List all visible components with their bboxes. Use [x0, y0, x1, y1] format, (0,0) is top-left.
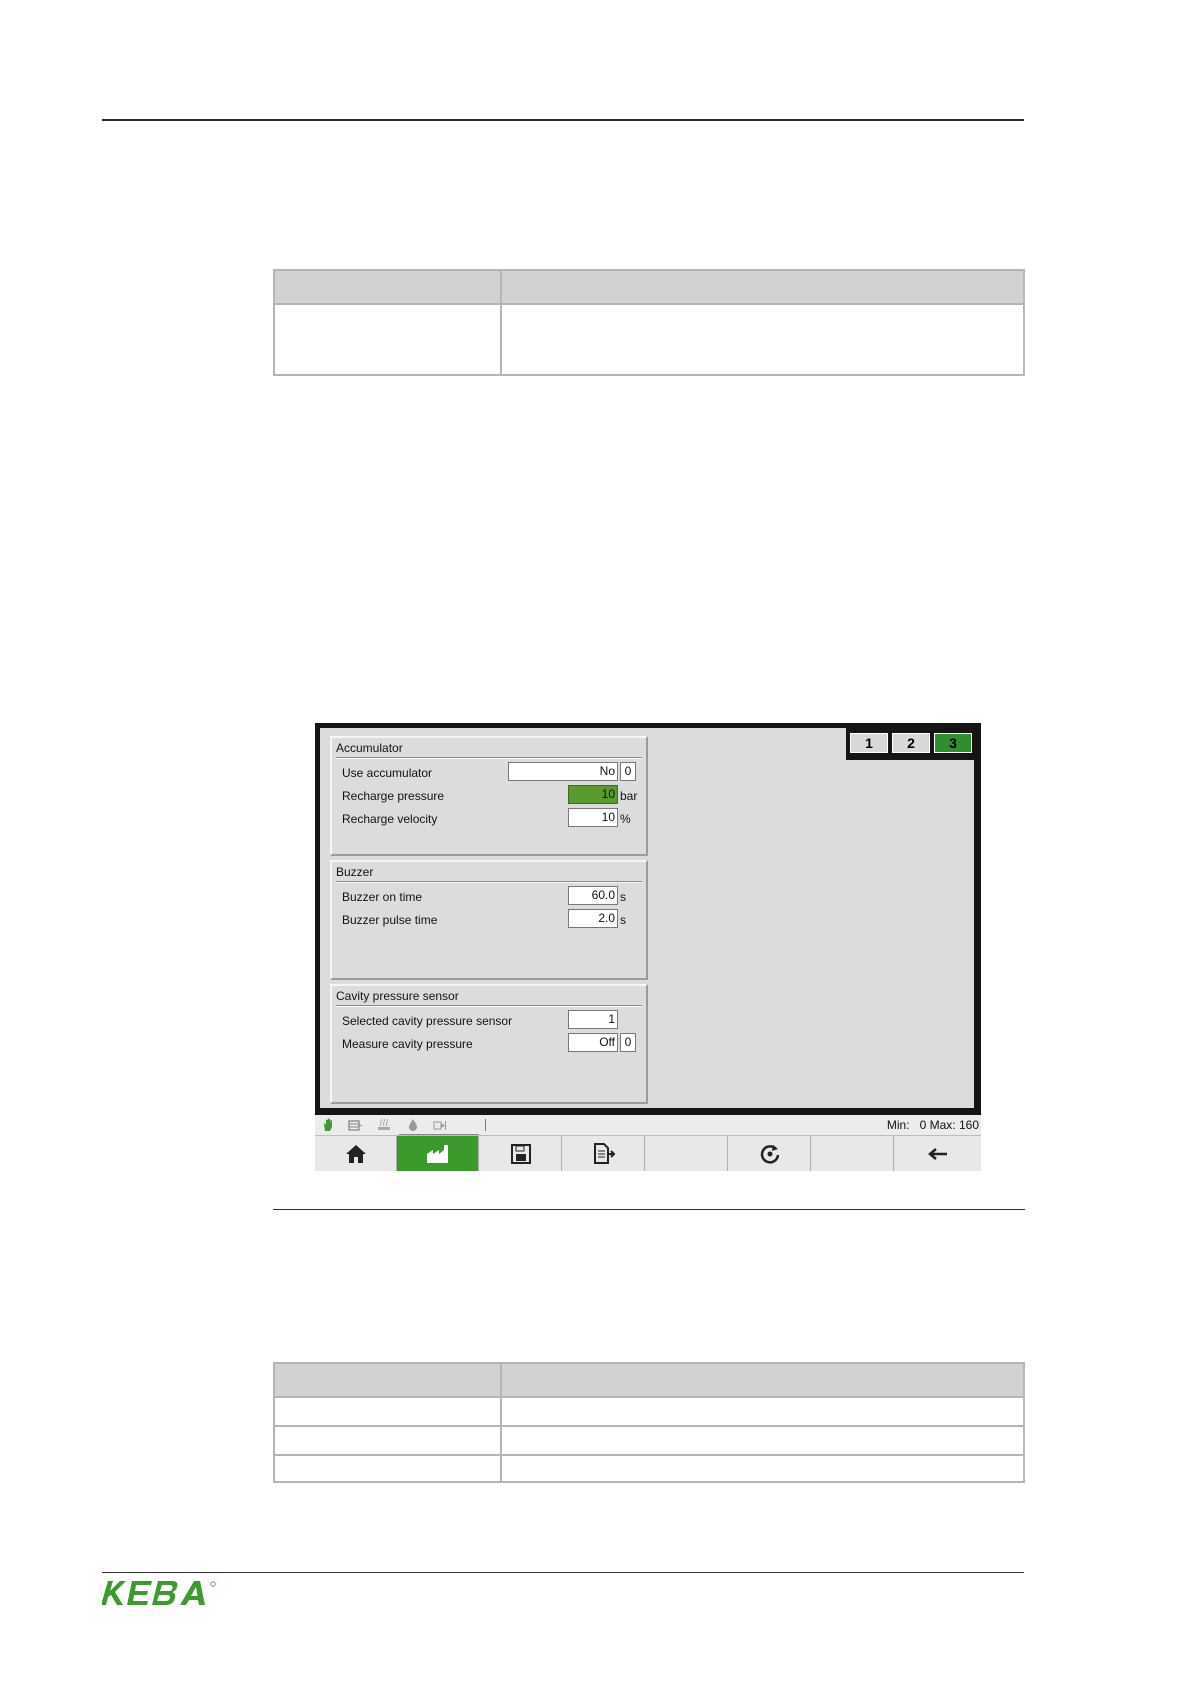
max-label: Max:: [929, 1118, 956, 1132]
empty-button-2[interactable]: [812, 1136, 894, 1171]
heating-icon[interactable]: [377, 1118, 391, 1132]
group-divider: [336, 1005, 642, 1007]
field-label: Use accumulator: [342, 766, 433, 780]
field-label: Recharge pressure: [342, 789, 445, 803]
buzzer-on-time-field[interactable]: 60.0: [568, 886, 618, 905]
field-label: Recharge velocity: [342, 812, 438, 826]
injection-icon[interactable]: [433, 1118, 447, 1132]
field-label: Selected cavity pressure sensor: [342, 1014, 513, 1028]
use-accumulator-field[interactable]: No: [508, 762, 618, 781]
table-row: [275, 1396, 1023, 1425]
page-tab-3[interactable]: 3: [934, 733, 972, 753]
group-title: Buzzer: [336, 865, 374, 879]
back-arrow-icon: [928, 1147, 947, 1160]
use-accumulator-index[interactable]: 0: [620, 762, 636, 781]
cycle-icon: [760, 1144, 779, 1164]
keba-logo-graphic: [101, 1581, 216, 1605]
group-divider: [336, 757, 642, 759]
save-icon: [510, 1143, 531, 1164]
min-max-readout: Min: 0 Max: 160: [887, 1118, 979, 1132]
status-bar: Min: 0 Max: 160: [315, 1115, 981, 1135]
cycle-button[interactable]: [729, 1136, 811, 1171]
min-value: 0: [919, 1118, 927, 1132]
mold-icon[interactable]: [348, 1118, 362, 1132]
unit-label: bar: [620, 789, 638, 803]
column-divider: [500, 271, 502, 374]
empty-button-1[interactable]: [646, 1136, 728, 1171]
group-title: Cavity pressure sensor: [336, 989, 459, 1003]
min-label: Min:: [886, 1118, 910, 1132]
measure-cavity-pressure-index[interactable]: 0: [620, 1033, 636, 1052]
factory-icon: [426, 1144, 448, 1163]
selected-sensor-row: Selected cavity pressure sensor 1: [342, 1010, 642, 1030]
back-button[interactable]: [895, 1136, 981, 1171]
unit-label: %: [620, 812, 631, 826]
production-button[interactable]: [397, 1136, 479, 1171]
selected-sensor-field[interactable]: 1: [568, 1010, 618, 1029]
recharge-velocity-row: Recharge velocity 10 %: [342, 808, 642, 828]
field-label: Buzzer pulse time: [342, 913, 438, 927]
hmi-frame: Accumulator Use accumulator No 0 Recharg…: [315, 723, 981, 1115]
measure-cavity-pressure-row: Measure cavity pressure Off 0: [342, 1033, 642, 1053]
top-table-header: [275, 271, 1023, 303]
buzzer-pulse-time-field[interactable]: 2.0: [568, 909, 618, 928]
hmi-content-area: Accumulator Use accumulator No 0 Recharg…: [320, 728, 974, 1108]
status-divider: [485, 1119, 486, 1131]
keba-logo: [101, 1580, 218, 1611]
accumulator-group: Accumulator Use accumulator No 0 Recharg…: [330, 736, 648, 856]
cavity-pressure-group: Cavity pressure sensor Selected cavity p…: [330, 984, 648, 1104]
export-button[interactable]: [563, 1136, 645, 1171]
document-export-icon: [593, 1142, 615, 1164]
recharge-velocity-field[interactable]: 10: [568, 808, 618, 827]
header-rule: [102, 119, 1024, 121]
field-label: Measure cavity pressure: [342, 1037, 473, 1051]
footer-rule: [102, 1572, 1024, 1573]
group-title: Accumulator: [336, 741, 403, 755]
unit-label: s: [620, 890, 626, 904]
oil-drop-icon[interactable]: [406, 1118, 420, 1132]
field-label: Buzzer on time: [342, 890, 423, 904]
page-tab-2[interactable]: 2: [892, 733, 930, 753]
column-divider: [500, 1364, 502, 1481]
home-button[interactable]: [315, 1136, 397, 1171]
max-value: 160: [958, 1118, 979, 1132]
table-row: [275, 1425, 1023, 1454]
group-divider: [336, 881, 642, 883]
measure-cavity-pressure-field[interactable]: Off: [568, 1033, 618, 1052]
home-icon: [345, 1144, 366, 1163]
figure-rule: [273, 1209, 1025, 1210]
top-table: [273, 269, 1025, 376]
page-tabs: 1 2 3: [846, 728, 974, 760]
hand-icon[interactable]: [321, 1118, 335, 1132]
bottom-table-header: [275, 1364, 1023, 1396]
recharge-pressure-field[interactable]: 10: [568, 785, 618, 804]
table-row: [275, 303, 1023, 376]
page-tab-1[interactable]: 1: [850, 733, 888, 753]
save-button[interactable]: [480, 1136, 562, 1171]
navigation-bar: [315, 1135, 981, 1171]
table-row: [275, 1454, 1023, 1483]
buzzer-on-time-row: Buzzer on time 60.0 s: [342, 886, 642, 906]
unit-label: s: [620, 913, 626, 927]
recharge-pressure-row: Recharge pressure 10 bar: [342, 785, 642, 805]
hmi-screen: Accumulator Use accumulator No 0 Recharg…: [315, 723, 981, 1171]
buzzer-pulse-time-row: Buzzer pulse time 2.0 s: [342, 909, 642, 929]
bottom-table: [273, 1362, 1025, 1483]
use-accumulator-row: Use accumulator No 0: [342, 762, 642, 782]
buzzer-group: Buzzer Buzzer on time 60.0 s Buzzer puls…: [330, 860, 648, 980]
